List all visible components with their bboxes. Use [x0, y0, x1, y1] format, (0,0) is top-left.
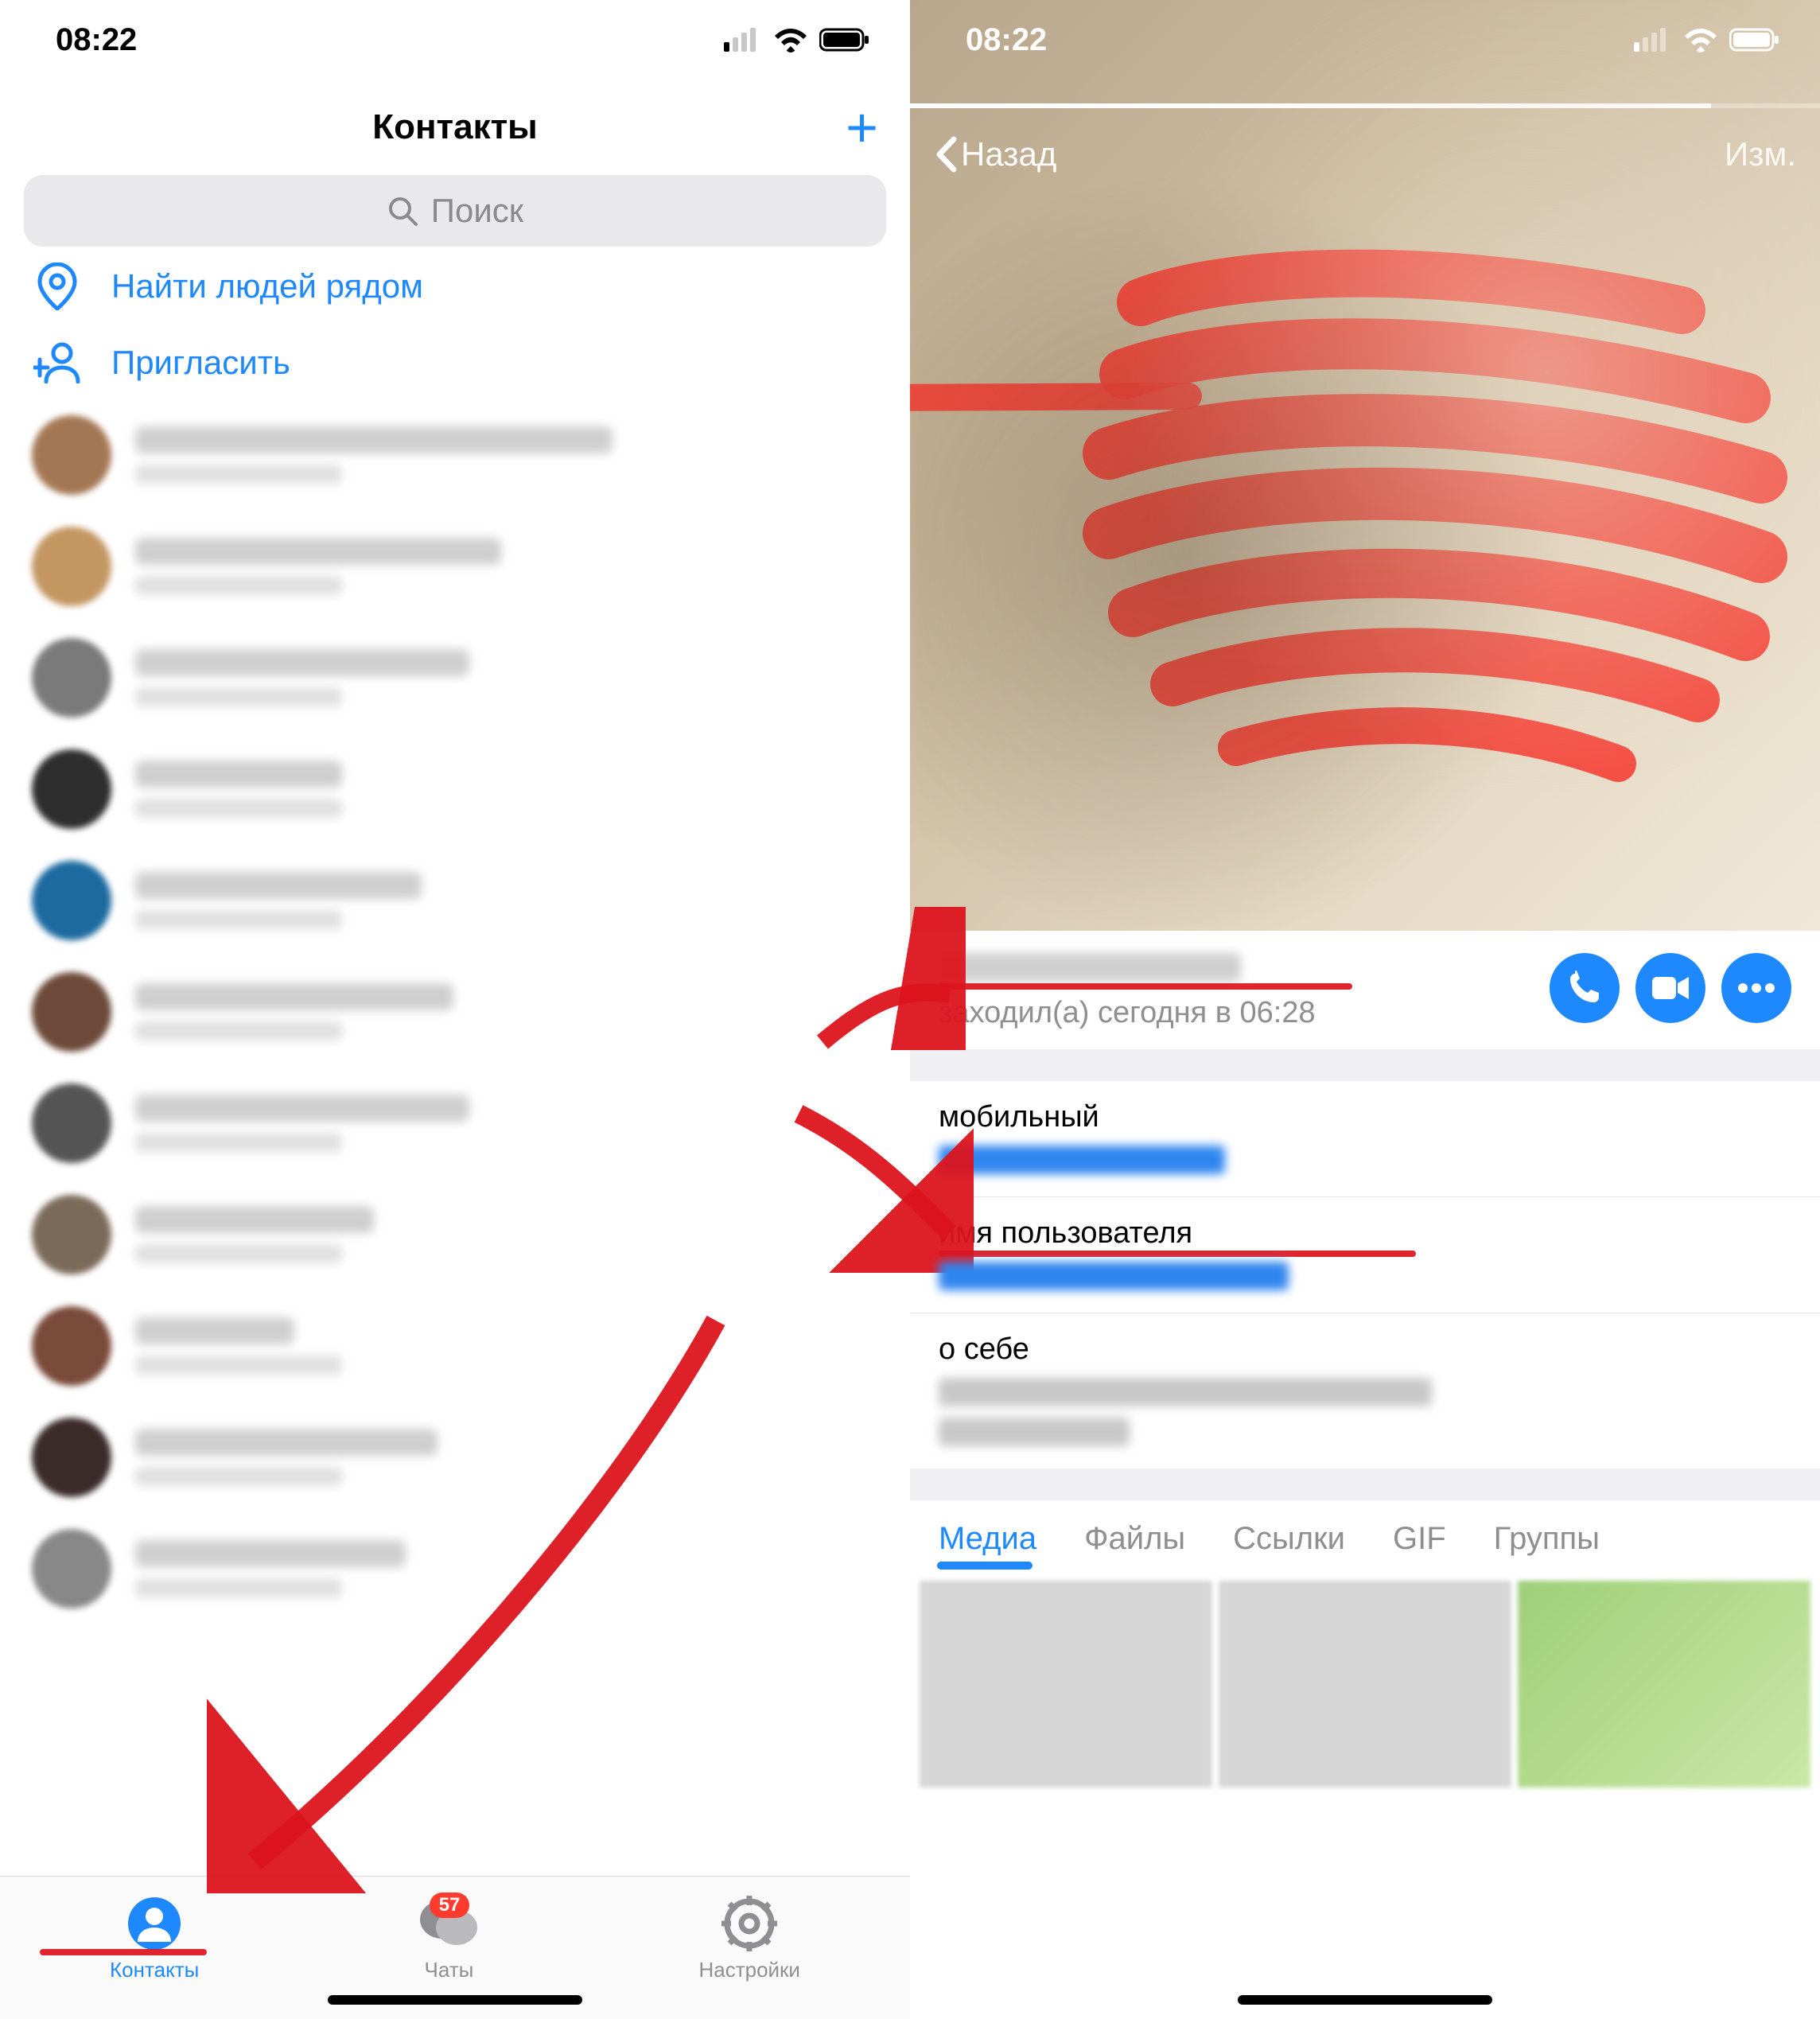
- contact-item[interactable]: [0, 1290, 910, 1402]
- edit-button[interactable]: Изм.: [1725, 135, 1796, 173]
- media-thumb[interactable]: [1518, 1581, 1810, 1788]
- tab-files[interactable]: Файлы: [1084, 1521, 1185, 1557]
- profile-screen: 08:22 Назад Изм.: [910, 0, 1820, 2019]
- status-time: 08:22: [966, 22, 1047, 58]
- media-tabs: Медиа Файлы Ссылки GIF Группы: [910, 1500, 1820, 1571]
- annotation-underline-name: [939, 983, 1352, 990]
- profile-name-blurred: [939, 953, 1241, 982]
- annotation-underline-phone: [939, 1251, 1416, 1257]
- search-placeholder: Поиск: [431, 192, 523, 230]
- section-separator: [910, 1469, 1820, 1500]
- video-call-button[interactable]: [1635, 953, 1705, 1023]
- contact-item[interactable]: [0, 956, 910, 1068]
- last-seen-label: заходил(а) сегодня в 06:28: [939, 996, 1534, 1030]
- profile-header: заходил(а) сегодня в 06:28: [910, 931, 1820, 1049]
- more-icon: [1737, 982, 1775, 994]
- contacts-screen: 08:22 Контакты + Поиск Найти людей рядом…: [0, 0, 910, 2019]
- tab-groups[interactable]: Группы: [1494, 1521, 1600, 1557]
- home-indicator: [328, 1995, 582, 2005]
- contact-item[interactable]: [0, 845, 910, 956]
- find-nearby-label: Найти людей рядом: [111, 267, 423, 305]
- header-title: Контакты: [372, 107, 537, 147]
- contact-item[interactable]: [0, 1068, 910, 1179]
- back-button[interactable]: Назад: [934, 135, 1056, 173]
- contact-item[interactable]: [0, 511, 910, 622]
- contact-item[interactable]: [0, 1513, 910, 1624]
- section-separator: [910, 1049, 1820, 1081]
- invite-icon: [32, 342, 83, 383]
- media-grid[interactable]: [910, 1571, 1820, 1788]
- tab-settings-label: Настройки: [698, 1958, 800, 1982]
- invite-row[interactable]: Пригласить: [0, 326, 910, 399]
- contact-item[interactable]: [0, 622, 910, 733]
- mobile-row[interactable]: мобильный: [910, 1081, 1820, 1197]
- tab-contacts-label: Контакты: [110, 1958, 199, 1982]
- status-time: 08:22: [56, 22, 137, 58]
- contact-item[interactable]: [0, 1402, 910, 1513]
- contact-item[interactable]: [0, 733, 910, 845]
- bio-line1-blurred: [939, 1378, 1432, 1406]
- tab-media[interactable]: Медиа: [939, 1521, 1036, 1557]
- add-contact-button[interactable]: +: [846, 99, 878, 155]
- contact-item[interactable]: [0, 1179, 910, 1290]
- tab-chats-label: Чаты: [424, 1958, 473, 1982]
- tab-contacts[interactable]: Контакты: [110, 1896, 199, 1982]
- tab-gif[interactable]: GIF: [1393, 1521, 1446, 1557]
- pin-icon: [32, 263, 83, 310]
- back-label: Назад: [961, 135, 1056, 173]
- contacts-icon: [126, 1896, 182, 1951]
- bio-row: о себе: [910, 1313, 1820, 1469]
- more-button[interactable]: [1721, 953, 1791, 1023]
- status-bar: 08:22: [0, 0, 910, 80]
- status-icons: [1634, 27, 1780, 53]
- contact-list[interactable]: [0, 399, 910, 1624]
- profile-photo[interactable]: 08:22 Назад Изм.: [910, 0, 1820, 931]
- tab-links[interactable]: Ссылки: [1233, 1521, 1345, 1557]
- bio-line2-blurred: [939, 1418, 1130, 1446]
- status-bar: 08:22: [910, 0, 1820, 80]
- invite-label: Пригласить: [111, 344, 290, 382]
- mobile-label: мобильный: [939, 1100, 1791, 1134]
- contact-item[interactable]: [0, 399, 910, 511]
- status-icons: [724, 27, 870, 53]
- bio-label: о себе: [939, 1332, 1791, 1367]
- username-label: имя пользователя: [939, 1216, 1791, 1251]
- story-progress: [910, 103, 1820, 108]
- media-thumb[interactable]: [1219, 1581, 1511, 1788]
- tab-chats[interactable]: 57 Чаты: [418, 1896, 479, 1982]
- settings-icon: [721, 1896, 777, 1951]
- home-indicator: [1238, 1995, 1492, 2005]
- mobile-value-blurred: [939, 1146, 1225, 1174]
- chats-badge: 57: [430, 1893, 470, 1918]
- screen-header: Контакты +: [0, 80, 910, 175]
- video-icon: [1651, 974, 1690, 1002]
- username-value-blurred: [939, 1262, 1289, 1290]
- media-thumb[interactable]: [920, 1581, 1212, 1788]
- chevron-left-icon: [934, 136, 958, 173]
- annotation-scribble: [910, 207, 1820, 891]
- find-nearby-row[interactable]: Найти людей рядом: [0, 247, 910, 326]
- search-icon: [387, 195, 418, 227]
- tab-settings[interactable]: Настройки: [698, 1896, 800, 1982]
- search-input[interactable]: Поиск: [24, 175, 886, 247]
- call-button[interactable]: [1550, 953, 1620, 1023]
- annotation-underline-contacts: [40, 1949, 207, 1955]
- phone-icon: [1567, 971, 1602, 1006]
